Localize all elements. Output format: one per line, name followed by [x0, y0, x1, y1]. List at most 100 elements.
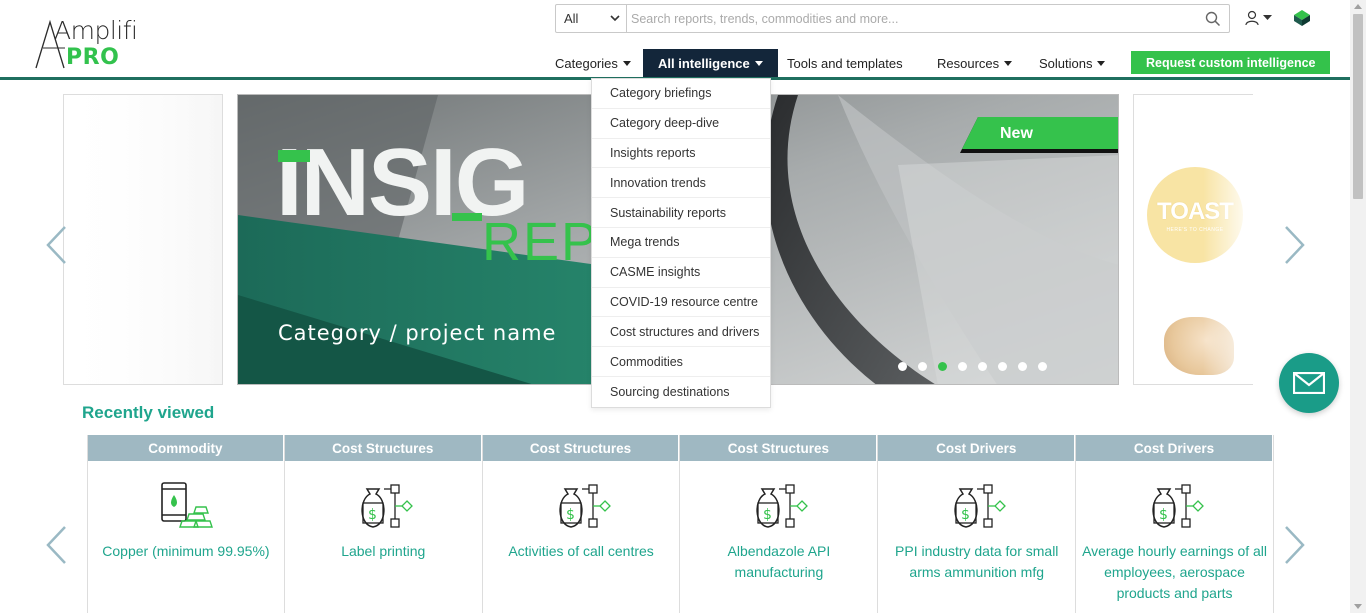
slide-hero-subword: REP: [482, 212, 600, 272]
carousel-prev-slide-preview[interactable]: [63, 94, 223, 385]
scroll-up-arrow-icon[interactable]: [1354, 4, 1362, 9]
recent-card[interactable]: Cost Structures $ Activities of call cen…: [482, 435, 681, 613]
nav-solutions[interactable]: Solutions: [1039, 49, 1106, 77]
accent-bar: [278, 150, 310, 162]
request-button-label: Request custom intelligence: [1146, 55, 1316, 70]
search-scope-select[interactable]: All: [556, 5, 627, 32]
menu-item-category-briefings[interactable]: Category briefings: [592, 79, 770, 109]
svg-text:$: $: [961, 507, 970, 523]
recently-viewed-heading: Recently viewed: [82, 403, 215, 422]
recent-card-type: Cost Structures: [680, 435, 878, 461]
recent-card-name: Activities of call centres: [508, 543, 654, 559]
svg-text:$: $: [566, 507, 575, 523]
carousel-dot[interactable]: [938, 362, 947, 371]
commodity-barrel-icon: [161, 482, 213, 528]
scrollbar-thumb[interactable]: [1353, 14, 1363, 199]
nav-solutions-label: Solutions: [1039, 55, 1093, 71]
nav-tools-and-templates[interactable]: Tools and templates: [787, 49, 903, 77]
recently-viewed-list: Commodity Copper (minimum 99.95%) Cost S…: [87, 435, 1274, 613]
menu-item-category-deep-dive[interactable]: Category deep-dive: [592, 109, 770, 139]
request-custom-intelligence-button[interactable]: Request custom intelligence: [1131, 51, 1331, 74]
menu-item-mega-trends[interactable]: Mega trends: [592, 228, 770, 258]
site-header: Amplifi PRO All Search reports, trends, …: [0, 0, 1366, 81]
menu-item-casme-insights[interactable]: CASME insights: [592, 258, 770, 288]
nav-resources[interactable]: Resources: [937, 49, 1013, 77]
menu-item-insights-reports[interactable]: Insights reports: [592, 139, 770, 169]
all-intelligence-dropdown: Category briefings Category deep-dive In…: [591, 78, 771, 408]
logo-text-top: Amplifi: [54, 16, 138, 45]
recent-next-arrow-icon[interactable]: [1282, 525, 1306, 565]
money-bag-flow-icon: $: [1152, 484, 1205, 528]
money-bag-flow-icon: $: [954, 484, 1007, 528]
search-button[interactable]: [1197, 5, 1229, 32]
caret-down-icon: [1097, 60, 1106, 66]
new-badge-shape: [960, 117, 1118, 153]
user-icon: [1245, 10, 1259, 26]
scroll-down-arrow-icon[interactable]: [1354, 604, 1362, 609]
recent-card[interactable]: Cost Structures $ Albendazole API manufa…: [680, 435, 879, 613]
new-badge-label: New: [1000, 125, 1033, 142]
recent-card[interactable]: Cost Drivers $ PPI industry data for sma…: [878, 435, 1077, 613]
carousel-dot[interactable]: [958, 362, 967, 371]
search-input[interactable]: [627, 5, 1197, 32]
caret-down-icon: [1263, 15, 1272, 20]
recent-card-name: Average hourly earnings of all employees…: [1082, 543, 1268, 601]
search-scope-value: All: [564, 11, 579, 26]
nav-all-intelligence[interactable]: All intelligence: [643, 49, 778, 77]
accent-bar: [452, 213, 482, 221]
chevron-down-icon: [610, 15, 620, 22]
carousel-next-arrow-icon[interactable]: [1282, 225, 1306, 265]
money-bag-flow-icon: $: [756, 484, 809, 528]
menu-item-cost-structures-drivers[interactable]: Cost structures and drivers: [592, 317, 770, 348]
svg-text:$: $: [763, 507, 772, 523]
recent-card-name: Label printing: [341, 543, 426, 559]
recent-card-name: Albendazole API manufacturing: [727, 543, 831, 580]
search-bar: All: [555, 4, 1230, 33]
recent-card-type: Commodity: [88, 435, 284, 461]
recent-prev-arrow-icon[interactable]: [45, 525, 69, 565]
recent-card-name: PPI industry data for small arms ammunit…: [895, 543, 1059, 580]
recent-card-type: Cost Drivers: [1076, 435, 1273, 461]
page-scrollbar[interactable]: [1350, 0, 1366, 613]
carousel-dot[interactable]: [918, 362, 927, 371]
slide-fade: [1203, 95, 1253, 384]
search-icon: [1205, 11, 1221, 26]
recent-card-type: Cost Structures: [482, 435, 680, 461]
recent-card-name: Copper (minimum 99.95%): [102, 543, 270, 559]
recent-card-type: Cost Structures: [284, 435, 482, 461]
nav-all-intelligence-label: All intelligence: [658, 55, 750, 71]
svg-text:$: $: [368, 507, 377, 523]
recent-card[interactable]: Cost Structures $ Label printing: [284, 435, 483, 613]
menu-item-innovation-trends[interactable]: Innovation trends: [592, 168, 770, 199]
recent-card-type: Cost Drivers: [878, 435, 1076, 461]
svg-text:$: $: [1159, 507, 1168, 523]
slide-fade: [64, 95, 222, 384]
carousel-next-slide-preview[interactable]: TOAST HERE'S TO CHANGE: [1133, 94, 1253, 385]
nav-categories-label: Categories: [555, 55, 618, 71]
nav-tools-label: Tools and templates: [787, 55, 903, 71]
envelope-icon: [1293, 372, 1325, 394]
caret-down-icon: [622, 60, 631, 66]
brand-badge-icon[interactable]: [1292, 9, 1312, 27]
caret-down-icon: [754, 60, 763, 66]
caret-down-icon: [1004, 60, 1013, 66]
carousel-dot[interactable]: [998, 362, 1007, 371]
nav-categories[interactable]: Categories: [555, 49, 631, 77]
carousel-dot[interactable]: [1038, 362, 1047, 371]
carousel-dot[interactable]: [978, 362, 987, 371]
main-nav: Categories All intelligence Tools and te…: [0, 49, 1366, 77]
carousel-dot[interactable]: [898, 362, 907, 371]
user-menu-button[interactable]: [1245, 9, 1275, 27]
carousel-dot[interactable]: [1018, 362, 1027, 371]
menu-item-covid-resource-centre[interactable]: COVID-19 resource centre: [592, 288, 770, 318]
recent-card[interactable]: Commodity Copper (minimum 99.95%): [87, 435, 285, 613]
nav-resources-label: Resources: [937, 55, 1000, 71]
menu-item-sourcing-destinations[interactable]: Sourcing destinations: [592, 377, 770, 407]
recent-card[interactable]: Cost Drivers $ Average hourly earnings o…: [1076, 435, 1274, 613]
menu-item-commodities[interactable]: Commodities: [592, 347, 770, 377]
money-bag-flow-icon: $: [559, 484, 611, 528]
contact-chat-button[interactable]: [1279, 353, 1339, 413]
carousel-dots: [898, 362, 1047, 371]
menu-item-sustainability-reports[interactable]: Sustainability reports: [592, 198, 770, 228]
carousel-prev-arrow-icon[interactable]: [45, 225, 69, 265]
